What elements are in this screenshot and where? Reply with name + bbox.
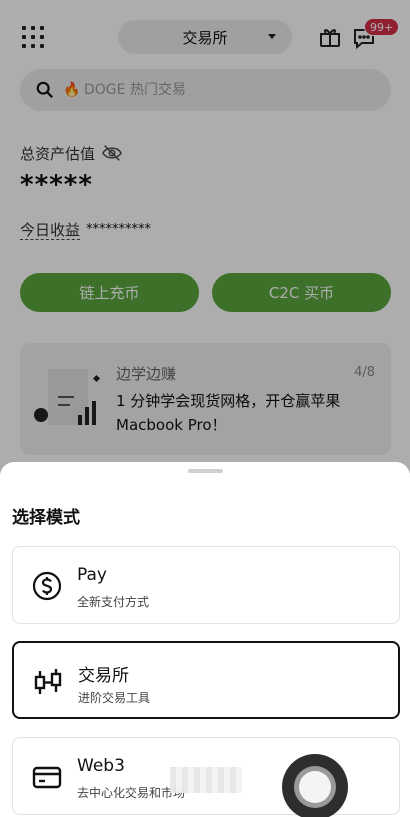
option-exchange-title: 交易所 <box>78 666 129 686</box>
mode-picker-sheet: 选择模式 Pay 全新支付方式 交易所 进阶交易工具 Web3 去中心化交易和市… <box>0 462 410 817</box>
candlestick-icon <box>34 669 62 694</box>
card-icon <box>32 766 62 789</box>
sheet-title: 选择模式 <box>12 508 80 528</box>
option-pay[interactable]: Pay 全新支付方式 <box>12 546 400 624</box>
assistive-touch-button[interactable] <box>282 754 348 817</box>
option-web3-title: Web3 <box>77 756 125 776</box>
blurred-region <box>170 767 242 793</box>
sheet-drag-handle[interactable] <box>188 469 223 473</box>
option-pay-title: Pay <box>77 565 107 585</box>
option-pay-subtitle: 全新支付方式 <box>77 595 150 609</box>
option-exchange[interactable]: 交易所 进阶交易工具 <box>12 641 400 719</box>
dollar-circle-icon <box>32 571 62 601</box>
assistive-touch-core <box>299 771 331 803</box>
option-exchange-subtitle: 进阶交易工具 <box>78 691 151 705</box>
option-web3-subtitle: 去中心化交易和市场 <box>77 786 186 800</box>
